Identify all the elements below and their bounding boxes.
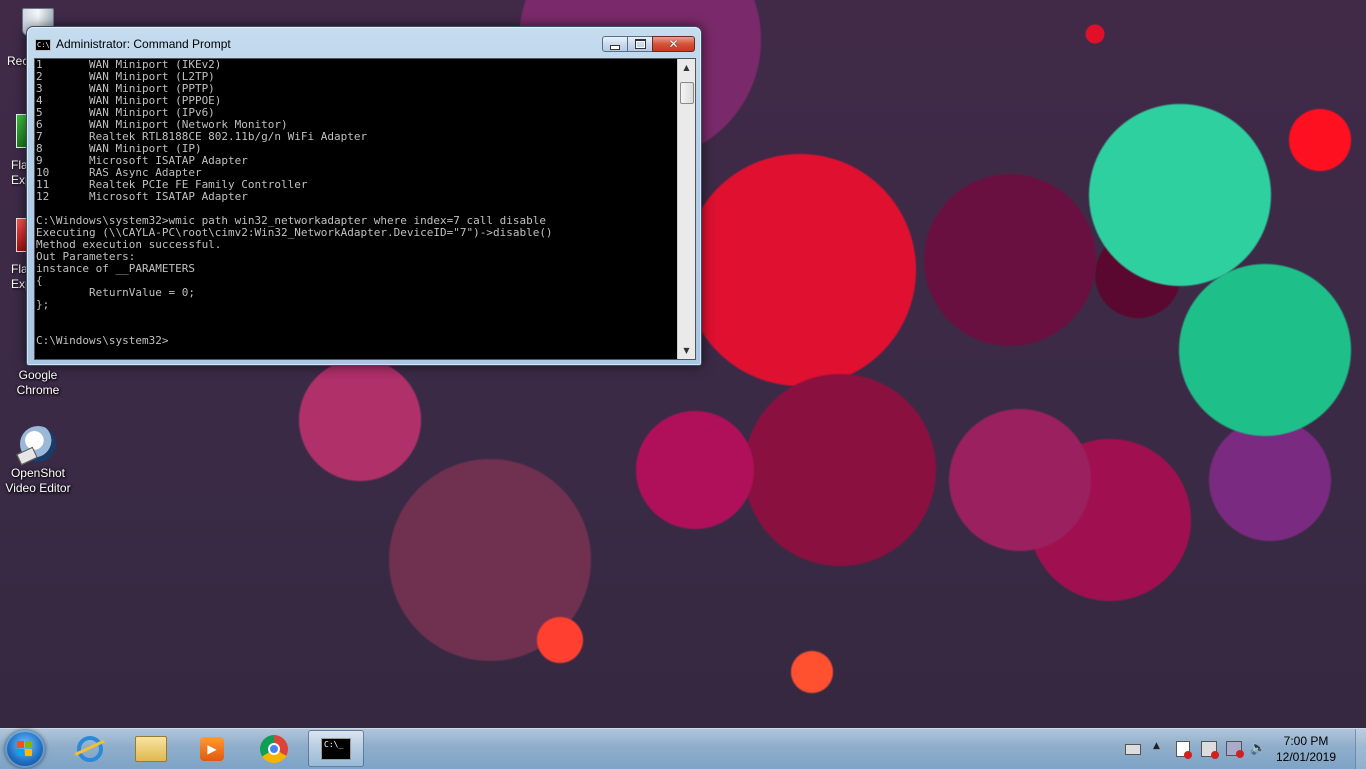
ie-icon xyxy=(74,735,108,762)
openshot-label-1: OpenShot xyxy=(10,466,66,480)
openshot-label-2: Video Editor xyxy=(5,481,71,495)
taskbar-internet-explorer[interactable] xyxy=(62,730,118,767)
command-prompt-window[interactable]: C:\ Administrator: Command Prompt ✕ 1 WA… xyxy=(26,26,702,366)
cmd-icon: C:\ xyxy=(35,39,51,51)
chrome-label-1: Google xyxy=(18,368,58,382)
scroll-up-arrow-icon[interactable]: ▲ xyxy=(678,59,695,76)
show-hidden-icons-button[interactable]: ▲ xyxy=(1153,741,1160,751)
keyboard-icon[interactable] xyxy=(1125,744,1141,755)
chrome-taskbar-icon xyxy=(260,734,288,763)
window-title: Administrator: Command Prompt xyxy=(56,37,231,51)
openshot-icon xyxy=(16,424,58,466)
clock-date: 12/01/2019 xyxy=(1275,750,1337,764)
scroll-down-arrow-icon[interactable]: ▼ xyxy=(678,342,695,359)
maximize-icon xyxy=(634,39,646,49)
console-output[interactable]: 1 WAN Miniport (IKEv2) 2 WAN Miniport (L2… xyxy=(36,59,676,359)
scroll-thumb[interactable] xyxy=(680,82,694,104)
windows-logo-icon xyxy=(17,741,33,757)
clock-time: 7:00 PM xyxy=(1283,734,1329,748)
window-titlebar[interactable]: C:\ Administrator: Command Prompt ✕ xyxy=(27,27,701,59)
power-icon[interactable] xyxy=(1201,741,1219,759)
console-scrollbar[interactable]: ▲ ▼ xyxy=(677,59,695,359)
minimize-button[interactable] xyxy=(602,36,628,52)
console-line: instance of __PARAMETERS xyxy=(36,262,195,275)
media-player-icon: ▶ xyxy=(200,736,224,761)
show-desktop-button[interactable] xyxy=(1355,729,1366,769)
close-icon: ✕ xyxy=(668,37,679,51)
start-button[interactable] xyxy=(5,730,45,768)
network-icon[interactable] xyxy=(1226,741,1244,758)
console-line: ReturnValue = 0; xyxy=(36,286,195,299)
window-controls: ✕ xyxy=(602,36,695,54)
explorer-icon xyxy=(135,735,167,762)
taskbar-media-player[interactable]: ▶ xyxy=(184,730,240,767)
taskbar-file-explorer[interactable] xyxy=(123,730,179,767)
chrome-label-2: Chrome xyxy=(16,383,60,397)
cmd-taskbar-icon: C:\_ xyxy=(321,737,351,760)
taskbar-chrome[interactable] xyxy=(246,730,302,767)
console-line: 12 Microsoft ISATAP Adapter xyxy=(36,190,248,203)
console-line: }; xyxy=(36,298,50,311)
desktop-icon-openshot[interactable]: OpenShot Video Editor xyxy=(1,424,75,496)
taskbar-clock[interactable]: 7:00 PM 12/01/2019 xyxy=(1266,733,1346,765)
minimize-icon xyxy=(610,44,620,50)
close-button[interactable]: ✕ xyxy=(652,36,695,52)
console-area[interactable]: 1 WAN Miniport (IKEv2) 2 WAN Miniport (L2… xyxy=(34,58,696,360)
taskbar: ▶ C:\_ ▲ 🔈 7:00 PM 12/01/2019 xyxy=(0,728,1366,769)
maximize-button[interactable] xyxy=(627,36,653,52)
taskbar-command-prompt[interactable]: C:\_ xyxy=(308,730,364,767)
flag-alert-icon[interactable] xyxy=(1176,741,1192,759)
volume-icon[interactable]: 🔈 xyxy=(1250,742,1266,755)
console-line: C:\Windows\system32> xyxy=(36,334,169,347)
